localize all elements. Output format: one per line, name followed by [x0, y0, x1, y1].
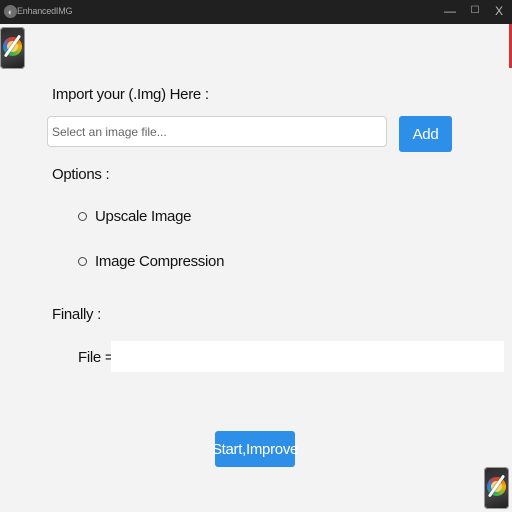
window-title: EnhancedIMG [17, 6, 73, 16]
options-label: Options : [52, 166, 110, 183]
output-file-field[interactable] [111, 341, 504, 372]
maximize-button[interactable]: ☐ [465, 2, 485, 20]
add-button[interactable]: Add [399, 116, 452, 152]
radio-circle-icon[interactable] [78, 211, 87, 221]
upscale-image-label: Upscale Image [95, 207, 192, 225]
file-label: File = [78, 349, 114, 366]
magic-wand-logo-icon [484, 467, 509, 509]
app-icon: ◐ [4, 5, 17, 18]
import-label: Import your (.Img) Here : [52, 86, 209, 103]
magic-wand-logo-icon [0, 27, 25, 69]
upscale-image-radio[interactable]: Upscale Image [78, 206, 191, 226]
image-compression-label: Image Compression [95, 252, 225, 270]
finally-label: Finally : [52, 306, 101, 323]
image-file-input[interactable] [47, 116, 387, 147]
radio-circle-icon[interactable] [78, 256, 87, 266]
start-improve-button[interactable]: Start,Improve [212, 431, 298, 467]
title-bar: ◐ EnhancedIMG — ☐ X [0, 0, 512, 24]
minimize-button[interactable]: — [440, 2, 460, 20]
image-compression-radio[interactable]: Image Compression [78, 251, 224, 271]
close-button[interactable]: X [489, 2, 509, 20]
